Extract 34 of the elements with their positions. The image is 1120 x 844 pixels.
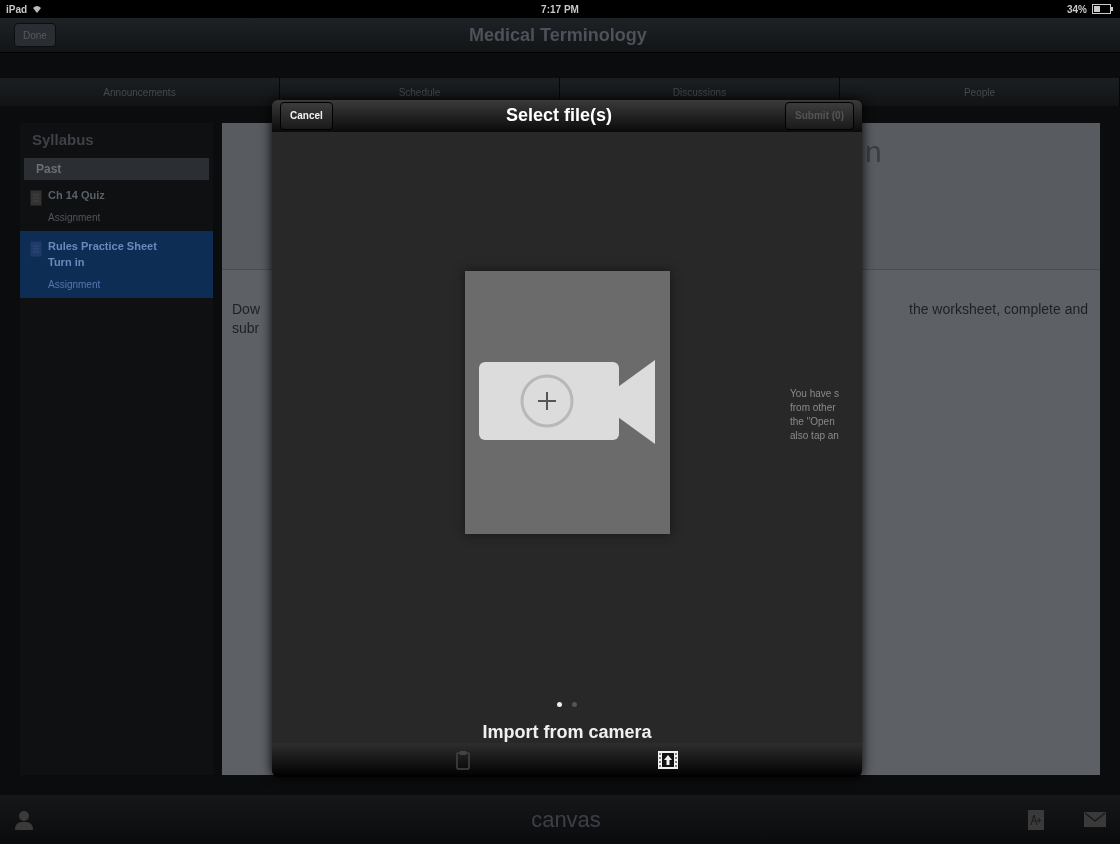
option-label: Import from camera <box>482 721 652 743</box>
assignment-item[interactable]: Rules Practice Sheet Turn in Assignment <box>20 231 213 298</box>
item-type: Assignment <box>48 279 102 290</box>
person-icon <box>14 809 34 830</box>
item-title: Ch 14 Quiz <box>48 188 105 202</box>
document-icon <box>30 190 42 206</box>
body-text: subr <box>232 319 261 338</box>
grades-icon <box>1028 809 1044 830</box>
import-card[interactable] <box>464 270 670 534</box>
body-text: Dow <box>232 300 261 319</box>
battery-percent: 34% <box>1066 3 1087 15</box>
film-strip-icon[interactable] <box>658 750 678 769</box>
battery-icon <box>1092 4 1114 14</box>
dialog-title: Select file(s) <box>505 105 612 127</box>
assignment-item[interactable]: Ch 14 Quiz Assignment <box>20 180 213 231</box>
carrier-label: iPad <box>6 3 28 15</box>
body-text: the worksheet, complete and <box>909 300 1088 319</box>
section-header: Past <box>24 158 209 180</box>
mail-icon <box>1084 812 1106 827</box>
instruction-text: also tap an <box>790 428 840 443</box>
wifi-icon <box>32 5 43 13</box>
cancel-button[interactable]: Cancel <box>280 101 333 130</box>
page-title: Medical Terminology <box>468 24 648 46</box>
document-icon <box>30 241 42 257</box>
item-title: Rules Practice Sheet <box>48 239 157 253</box>
page-dot[interactable] <box>572 701 577 707</box>
page-dot[interactable] <box>557 701 562 707</box>
item-status: Turn in <box>48 255 86 269</box>
clock-time: 7:17 PM <box>541 3 579 15</box>
instruction-text: the "Open <box>790 414 836 429</box>
instruction-text: You have s <box>790 386 841 401</box>
clipboard-icon[interactable] <box>456 749 470 770</box>
instruction-text: from other <box>790 400 837 415</box>
item-type: Assignment <box>48 212 102 223</box>
